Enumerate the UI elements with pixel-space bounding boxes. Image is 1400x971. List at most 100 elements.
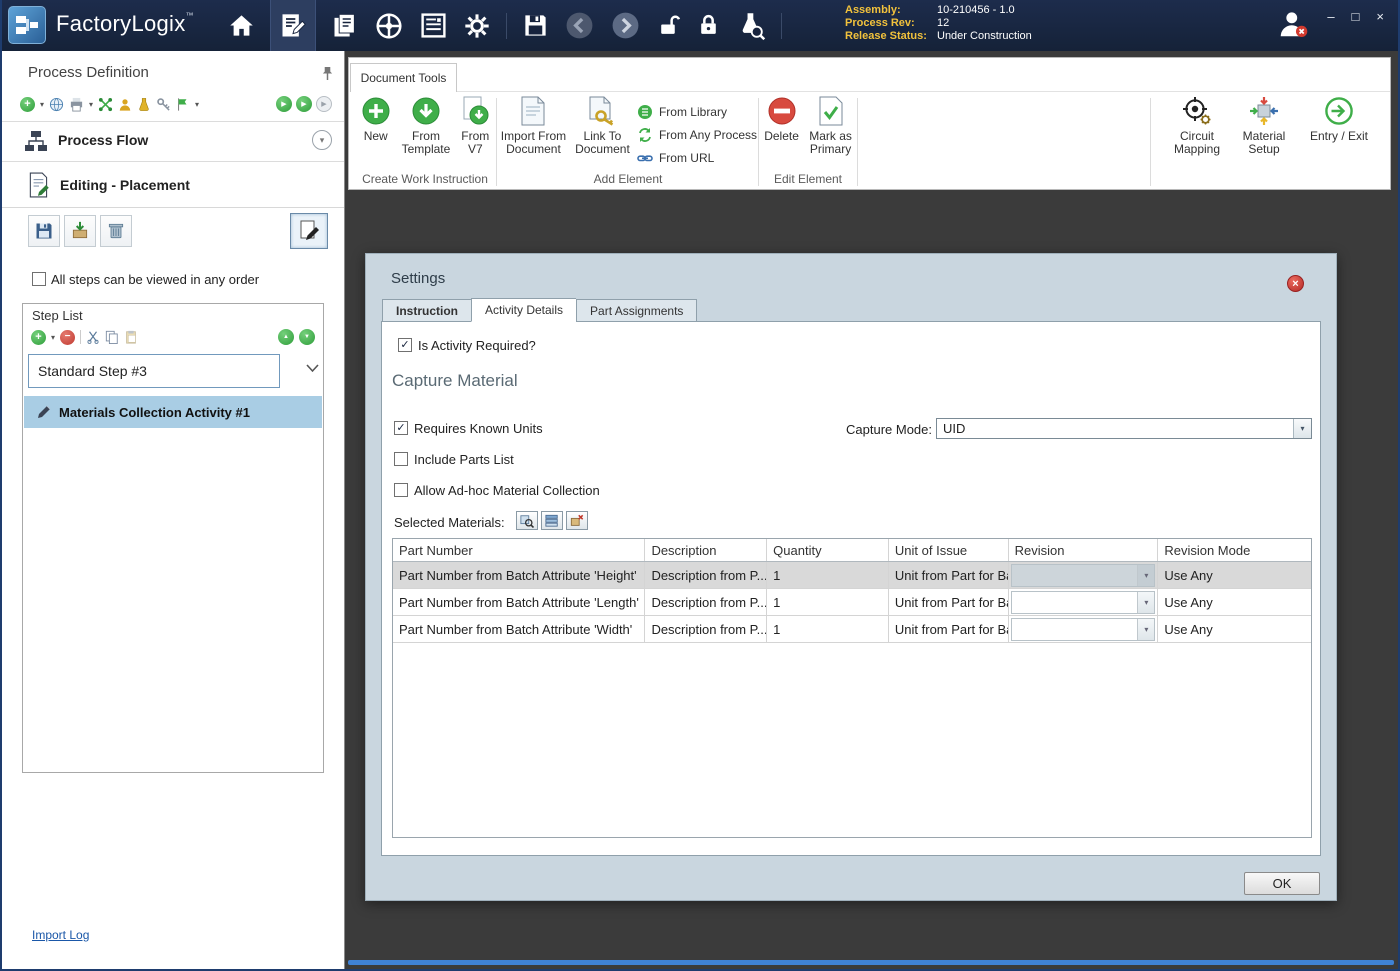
- circuit-mapping-button[interactable]: Circuit Mapping: [1169, 94, 1225, 156]
- revision-dropdown[interactable]: ▾: [1011, 591, 1156, 614]
- table-row[interactable]: Part Number from Batch Attribute 'Width'…: [393, 616, 1311, 643]
- settings-tabs: Instruction Activity Details Part Assign…: [382, 299, 697, 322]
- from-v7-button[interactable]: From V7: [456, 94, 495, 156]
- dialog-close-icon[interactable]: ×: [1287, 275, 1304, 292]
- mark-as-primary-icon: [818, 96, 844, 126]
- description-cell: Description from P...: [645, 589, 767, 615]
- print-icon[interactable]: [69, 97, 84, 112]
- caret-down-icon[interactable]: ▾: [51, 333, 55, 342]
- circuit-mapping-icon: [1182, 96, 1212, 126]
- process-network-icon[interactable]: [98, 97, 113, 112]
- column-header[interactable]: Revision Mode: [1158, 539, 1311, 561]
- mark-as-primary-button[interactable]: Mark as Primary: [806, 94, 855, 156]
- import-from-document-button[interactable]: Import From Document: [499, 94, 568, 169]
- move-down-icon[interactable]: ▼: [299, 329, 315, 345]
- from-any-process-button[interactable]: From Any Process: [637, 123, 757, 146]
- save-button[interactable]: [522, 0, 549, 51]
- caret-down-icon[interactable]: ▾: [89, 100, 93, 109]
- user-account-button[interactable]: [1277, 8, 1309, 40]
- allow-adhoc-checkbox[interactable]: [394, 483, 408, 497]
- settings-gear-button[interactable]: [463, 0, 491, 51]
- run-forward-icon[interactable]: ▶: [276, 96, 292, 112]
- import-log-link[interactable]: Import Log: [32, 928, 89, 942]
- step-expand-chevron-icon[interactable]: [306, 364, 319, 373]
- process-flow-row[interactable]: Process Flow ▾: [2, 123, 344, 161]
- remove-step-icon[interactable]: −: [60, 330, 75, 345]
- entry-exit-button[interactable]: Entry / Exit: [1303, 94, 1375, 156]
- tab-part-assignments[interactable]: Part Assignments: [576, 299, 697, 322]
- minimize-button[interactable]: –: [1327, 9, 1334, 24]
- column-header[interactable]: Description: [645, 539, 767, 561]
- cut-icon[interactable]: [86, 330, 100, 344]
- unlock-button[interactable]: [656, 0, 681, 51]
- edit-content-toggle-button[interactable]: [290, 213, 328, 249]
- ok-button[interactable]: OK: [1244, 872, 1320, 895]
- caret-down-icon[interactable]: ▾: [195, 100, 199, 109]
- table-row[interactable]: Part Number from Batch Attribute 'Height…: [393, 562, 1311, 589]
- flag-icon[interactable]: [176, 97, 190, 112]
- home-button[interactable]: [228, 0, 255, 51]
- revision-dropdown[interactable]: ▾: [1011, 618, 1156, 641]
- column-header[interactable]: Quantity: [767, 539, 889, 561]
- add-step-icon[interactable]: +: [31, 330, 46, 345]
- find-material-button[interactable]: [516, 511, 538, 530]
- step-selector[interactable]: Standard Step #3: [28, 354, 280, 388]
- requires-known-units-checkbox[interactable]: ✓: [394, 421, 408, 435]
- edit-material-list-button[interactable]: [541, 511, 563, 530]
- run-next-icon[interactable]: ▶: [296, 96, 312, 112]
- release-status-value: Under Construction: [937, 30, 1032, 42]
- is-activity-required-checkbox[interactable]: ✓: [398, 338, 412, 352]
- description-cell: Description from P...: [645, 562, 767, 588]
- caret-glyph: ▾: [1144, 598, 1148, 607]
- collapse-chevron-icon[interactable]: ▾: [312, 130, 332, 150]
- link-to-document-label: Link To Document: [572, 130, 633, 156]
- tab-activity-details[interactable]: Activity Details: [471, 298, 576, 322]
- test-search-button[interactable]: [736, 0, 766, 51]
- add-icon[interactable]: +: [20, 97, 35, 112]
- caret-down-icon[interactable]: ▾: [40, 100, 44, 109]
- import-step-button[interactable]: [64, 215, 96, 247]
- delete-step-button[interactable]: [100, 215, 132, 247]
- material-setup-button[interactable]: Material Setup: [1237, 94, 1291, 156]
- from-url-button[interactable]: From URL: [637, 146, 757, 169]
- lock-button[interactable]: [696, 0, 721, 51]
- delete-element-button[interactable]: Delete: [761, 94, 802, 156]
- copy-icon[interactable]: [105, 330, 119, 344]
- from-library-button[interactable]: From Library: [637, 100, 757, 123]
- activity-list-item-selected[interactable]: Materials Collection Activity #1: [24, 396, 322, 428]
- remove-material-button[interactable]: [566, 511, 588, 530]
- pin-icon[interactable]: [321, 66, 334, 81]
- tab-document-tools[interactable]: Document Tools: [350, 63, 457, 92]
- table-row[interactable]: Part Number from Batch Attribute 'Length…: [393, 589, 1311, 616]
- operator-icon[interactable]: [118, 97, 132, 112]
- group-create-work-instruction: New From Template From V7 Create Work In…: [355, 94, 495, 189]
- move-up-icon[interactable]: ▲: [278, 329, 294, 345]
- flask-icon[interactable]: [137, 97, 151, 112]
- globe-icon[interactable]: [49, 97, 64, 112]
- link-to-document-button[interactable]: Link To Document: [572, 94, 633, 169]
- forward-button[interactable]: [610, 0, 641, 51]
- new-button[interactable]: New: [355, 94, 396, 156]
- column-header[interactable]: Revision: [1009, 539, 1159, 561]
- arrow-glyph: ▶: [301, 101, 306, 108]
- work-instruction-editor-button[interactable]: [270, 0, 316, 51]
- process-documents-button[interactable]: [331, 0, 359, 51]
- maximize-button[interactable]: □: [1352, 9, 1360, 24]
- back-button[interactable]: [564, 0, 595, 51]
- revision-dropdown[interactable]: ▾: [1011, 564, 1156, 587]
- column-header[interactable]: Part Number: [393, 539, 645, 561]
- app-logo-icon: [8, 6, 46, 44]
- include-parts-list-checkbox[interactable]: [394, 452, 408, 466]
- horizontal-scrollbar[interactable]: [348, 960, 1394, 965]
- capture-mode-dropdown[interactable]: UID ▾: [936, 418, 1312, 439]
- tab-instruction[interactable]: Instruction: [382, 299, 471, 322]
- from-template-button[interactable]: From Template: [398, 94, 453, 156]
- any-order-checkbox[interactable]: [32, 272, 46, 286]
- reports-button[interactable]: [419, 0, 448, 51]
- key-icon[interactable]: [156, 97, 171, 112]
- delete-icon: [767, 96, 797, 126]
- navigator-compass-button[interactable]: [374, 0, 404, 51]
- column-header[interactable]: Unit of Issue: [889, 539, 1009, 561]
- save-step-button[interactable]: [28, 215, 60, 247]
- close-button[interactable]: ×: [1376, 9, 1384, 24]
